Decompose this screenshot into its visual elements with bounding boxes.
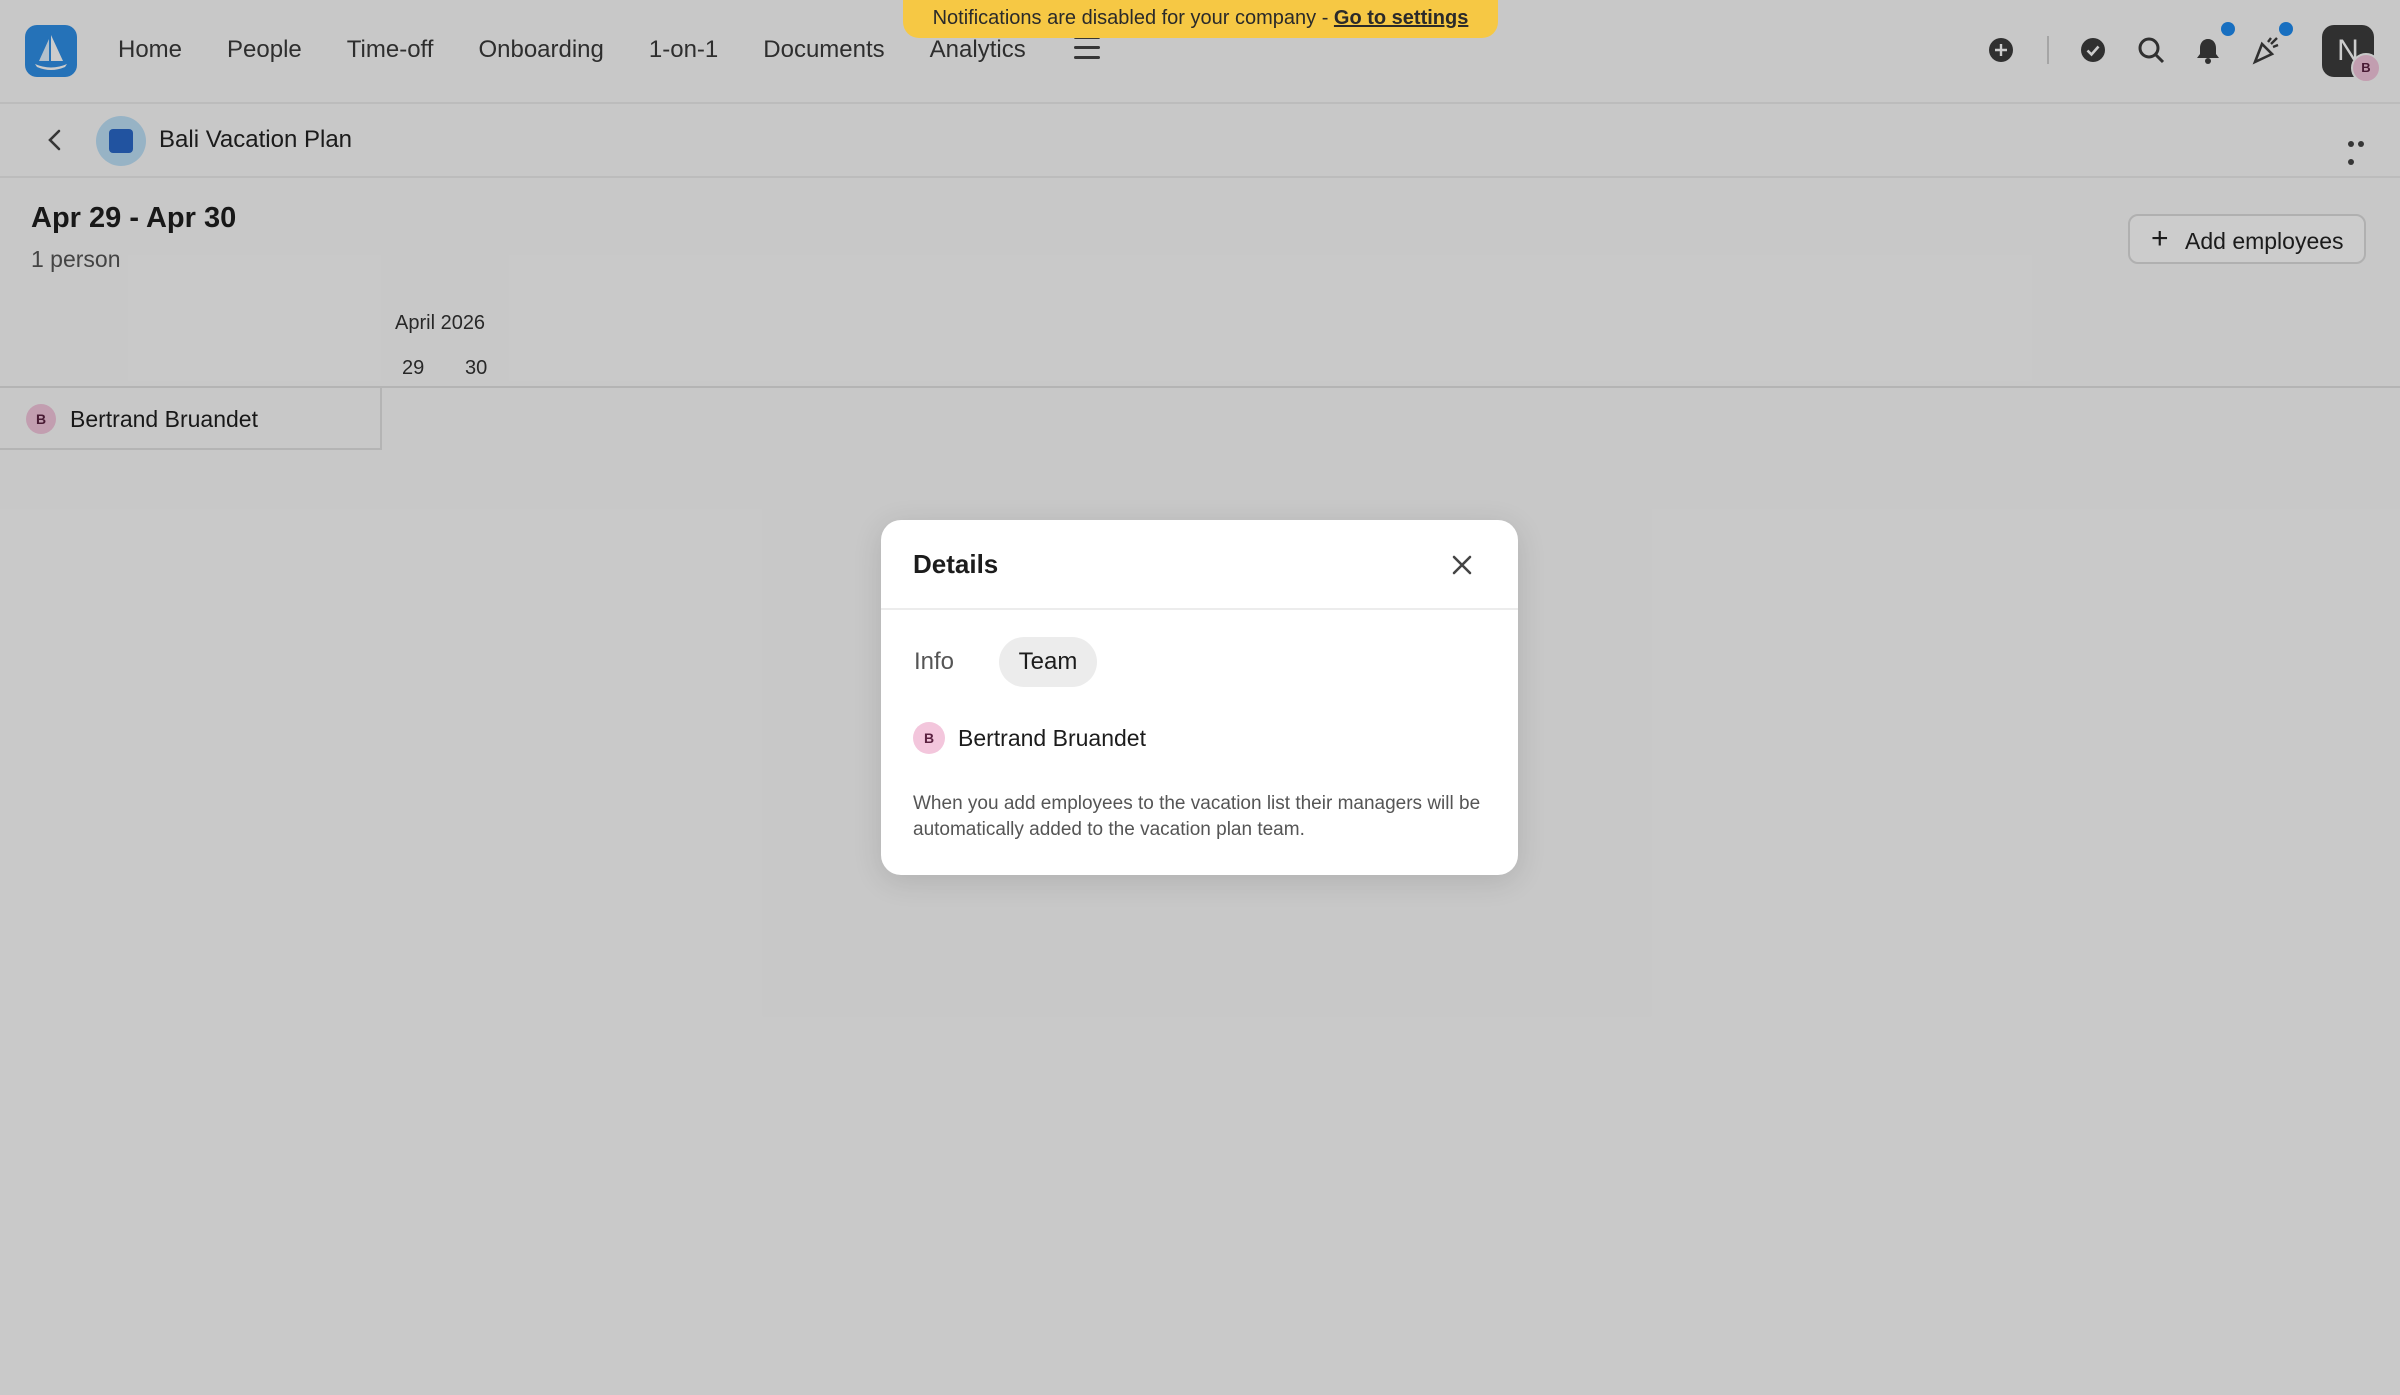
- tab-info[interactable]: Info: [899, 637, 969, 687]
- go-to-settings-link[interactable]: Go to settings: [1334, 7, 1468, 29]
- banner-text: Notifications are disabled for your comp…: [932, 7, 1334, 29]
- modal-title: Details: [913, 549, 999, 579]
- avatar: B: [913, 722, 945, 754]
- details-modal: Details Info Team B Bertrand Bruandet Wh…: [881, 520, 1518, 875]
- team-note: When you add employees to the vacation l…: [913, 793, 1481, 840]
- notification-banner: Notifications are disabled for your comp…: [903, 0, 1498, 38]
- close-icon[interactable]: [1447, 550, 1477, 580]
- app-page: Home People Time-off Onboarding 1-on-1 D…: [0, 0, 2400, 1395]
- tab-team[interactable]: Team: [999, 637, 1097, 687]
- modal-divider: [881, 608, 1518, 610]
- team-member-name: Bertrand Bruandet: [958, 725, 1146, 751]
